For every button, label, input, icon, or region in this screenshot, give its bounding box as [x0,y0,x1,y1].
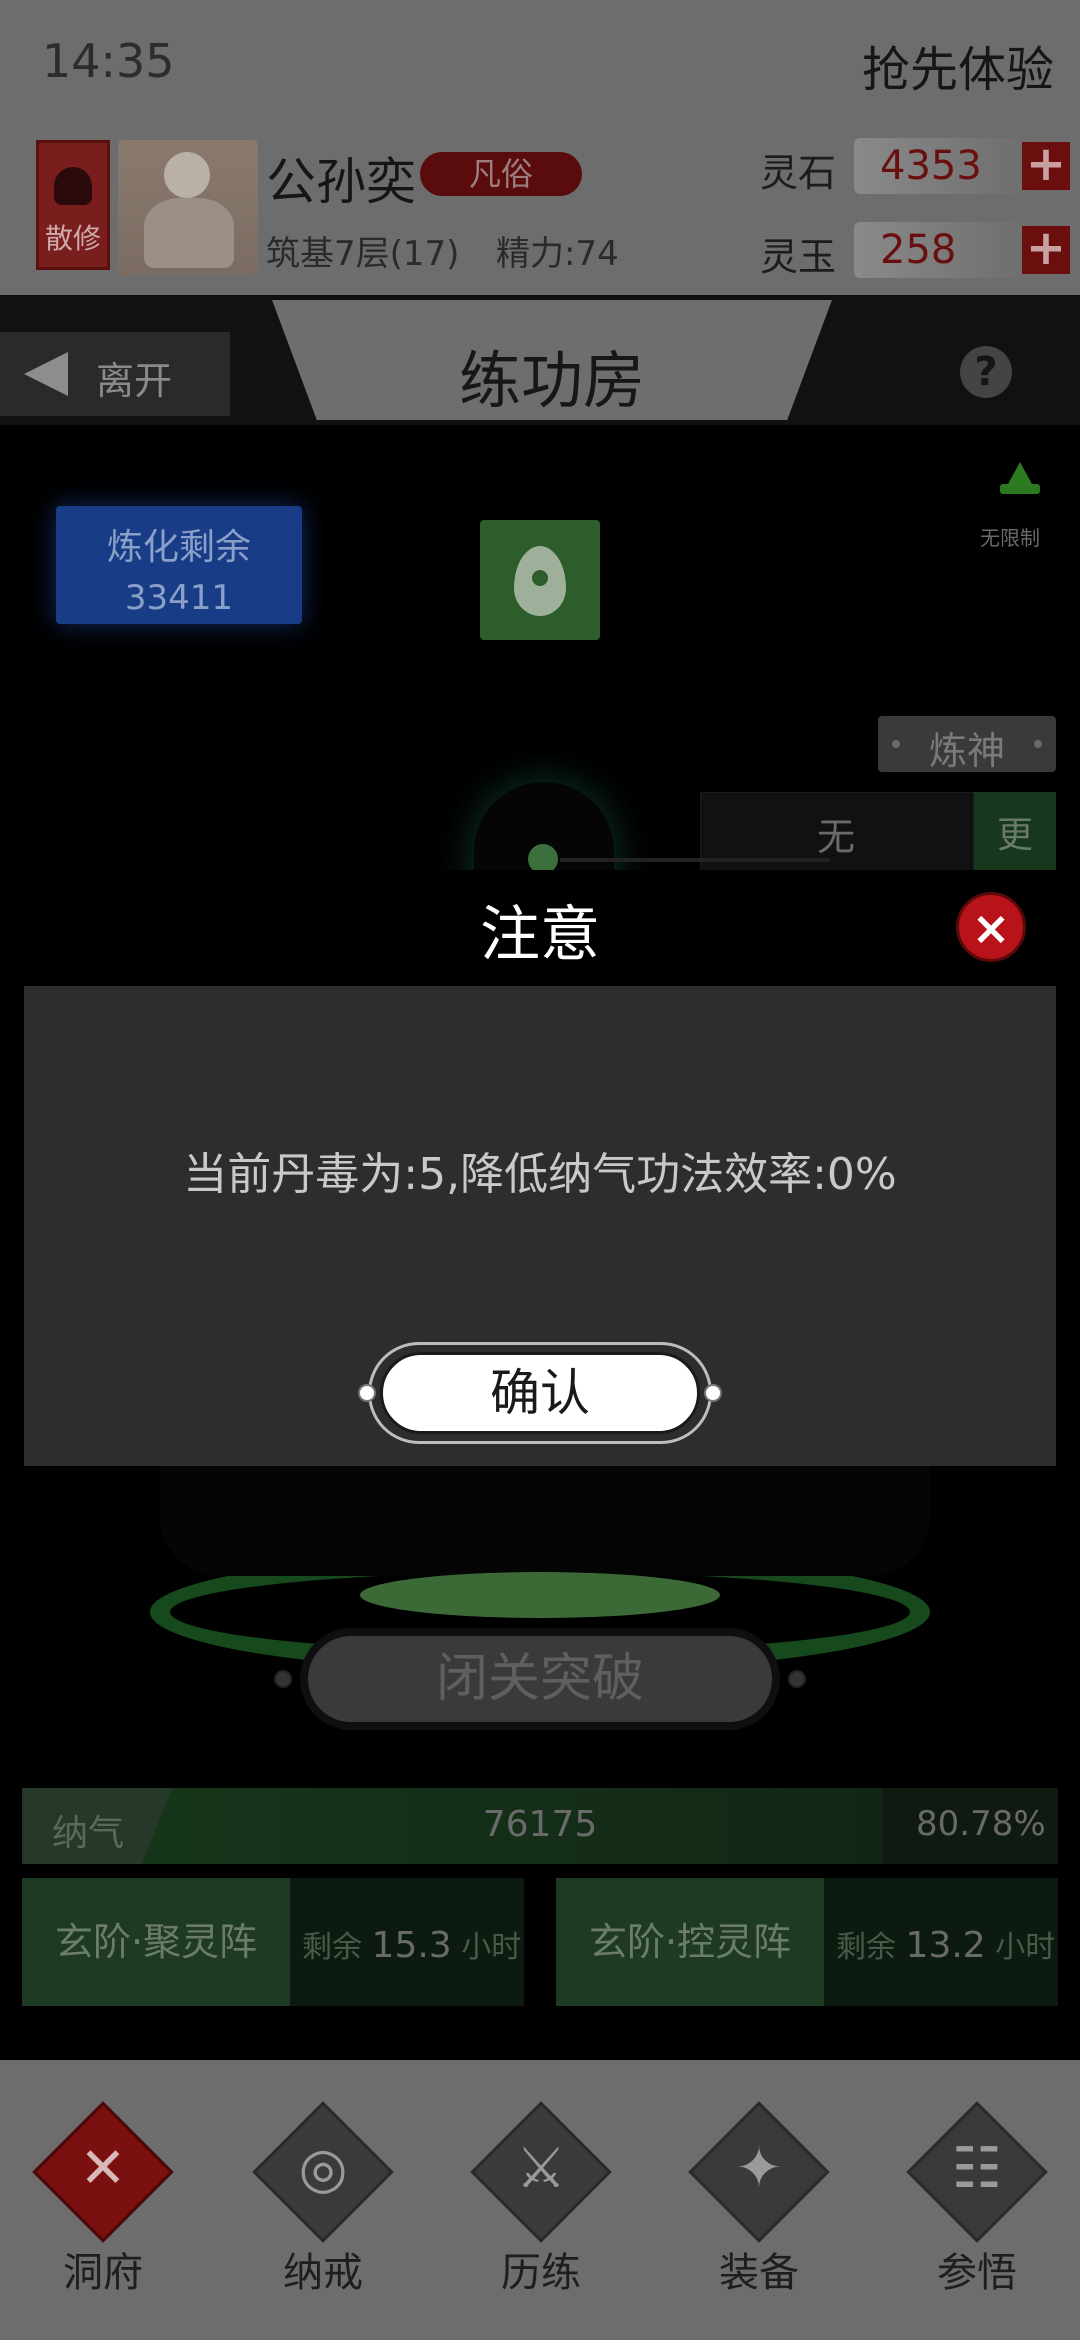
incense-icon[interactable] [1000,462,1040,502]
avatar[interactable] [118,140,258,275]
cultivation-realm: 筑基7层(17) [266,234,460,274]
pedestal-core [360,1572,720,1618]
array-name: 玄阶·控灵阵 [556,1878,824,2006]
spirit-stone-label: 灵石 [760,151,837,195]
sword-icon: ✦ [735,2136,783,2201]
leave-label: 离开 [96,359,173,403]
array-card-gather[interactable]: 玄阶·聚灵阵 剩余 15.3 小时 [22,1878,524,2006]
back-arrow-icon [24,352,68,396]
refine-remaining-value: 33411 [124,578,234,618]
add-spirit-stone-button[interactable]: + [1022,140,1070,190]
sect-label: 散修 [44,222,101,255]
refine-remaining-label: 炼化剩余 [106,527,251,568]
confirm-left-ornament [358,1384,376,1402]
nav-label: 参悟 [937,2250,1017,2296]
nav-storage-ring[interactable]: ◎ 纳戒 [228,2086,418,2316]
lotus-icon [54,167,92,205]
spirit-jade-label: 灵玉 [760,235,837,279]
orb-track [560,858,830,862]
method-value: 无 [816,815,855,859]
ring-icon: ◎ [298,2136,348,2201]
nav-insight[interactable]: ☷ 参悟 [882,2086,1072,2316]
confirm-right-ornament [704,1384,722,1402]
avatar-robe [144,198,234,268]
sect-badge[interactable]: 散修 [36,140,110,270]
nav-cave-abode[interactable]: ✕ 洞府 [8,2086,198,2316]
rank-badge: 凡俗 [420,152,582,196]
qi-percent: 80.78% [916,1804,1046,1844]
modal-title: 注意 [480,900,600,970]
modal-close-button[interactable]: × [956,892,1026,962]
nav-label: 洞府 [63,2250,143,2296]
page-title: 练功房 [458,344,645,417]
player-name: 公孙奕 [266,153,416,211]
nav-label: 纳戒 [283,2250,363,2296]
spirit-stone-value: 4353 [854,138,1030,194]
confirm-button[interactable]: 确认 [380,1352,700,1434]
help-icon[interactable]: ? [960,346,1012,398]
change-method-label: 更 [996,815,1033,856]
avatar-head [164,152,210,198]
cross-icon: ✕ [79,2136,127,2201]
breakthrough-left-ornament [274,1670,292,1688]
leave-button[interactable]: 离开 [0,332,230,416]
early-access-label[interactable]: 抢先体验 [862,30,1054,100]
array-name: 玄阶·聚灵阵 [22,1878,290,2006]
qi-value: 76175 [482,1804,598,1845]
add-spirit-jade-button[interactable]: + [1022,224,1070,274]
nav-equipment[interactable]: ✦ 装备 [664,2086,854,2316]
unlimited-label: 无限制 [980,526,1040,550]
array-remaining: 剩余 13.2 小时 [836,1925,1056,1966]
close-icon: × [971,901,1011,955]
status-time: 14:35 [42,34,175,88]
breakthrough-button[interactable]: 闭关突破 [300,1628,780,1730]
item-slot[interactable] [480,520,600,640]
breakthrough-right-ornament [788,1670,806,1688]
array-card-control[interactable]: 玄阶·控灵阵 剩余 13.2 小时 [556,1878,1058,2006]
nav-label: 装备 [719,2250,799,2296]
eye-pupil [532,570,548,586]
spirit-jade-value: 258 [854,222,1030,278]
array-remaining: 剩余 15.3 小时 [302,1925,522,1966]
nav-training[interactable]: ⚔ 历练 [446,2086,636,2316]
energy-stat: 精力:74 [496,234,619,274]
book-icon: ☷ [951,2136,1003,2201]
swords-icon: ⚔ [515,2136,567,2201]
modal-message: 当前丹毒为:5,降低纳气功法效率:0% [183,1149,897,1200]
nav-label: 历练 [501,2250,581,2296]
pedestal [160,1466,930,1576]
refine-spirit-label: 炼神 [928,729,1005,773]
